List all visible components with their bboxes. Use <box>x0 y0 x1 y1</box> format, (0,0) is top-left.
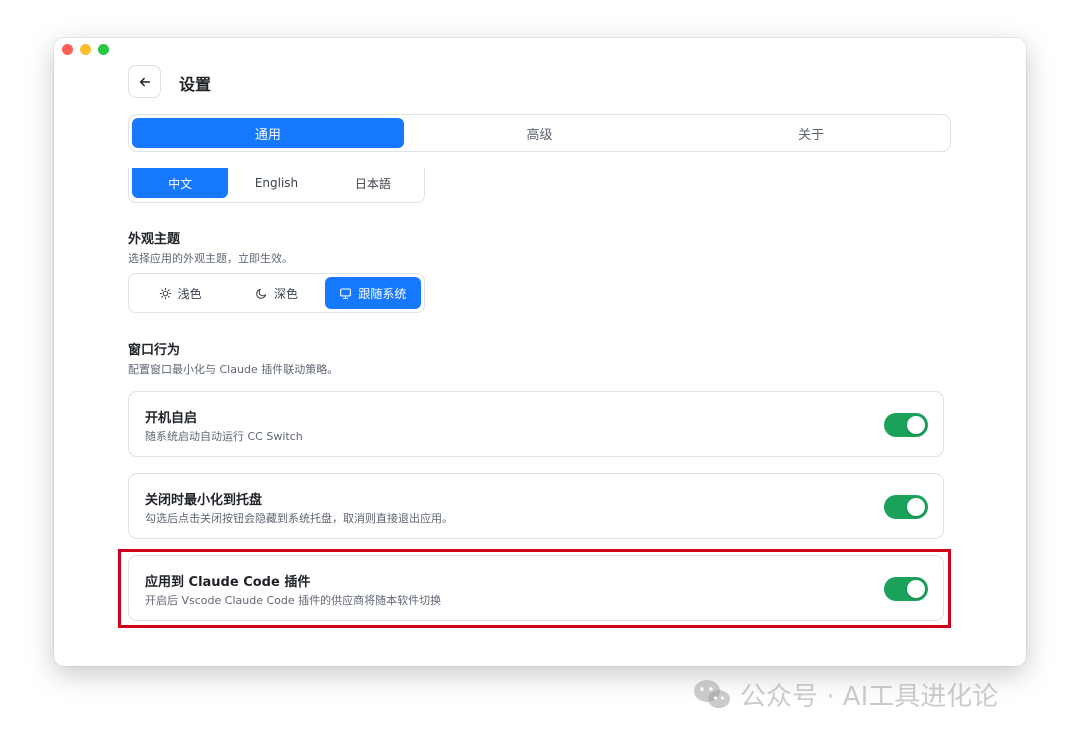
theme-selector: 浅色 深色 跟随系统 <box>128 273 425 313</box>
window-behavior-title: 窗口行为 <box>128 343 181 358</box>
claude-code-plugin-toggle[interactable] <box>884 577 928 601</box>
language-option-english[interactable]: English <box>228 168 324 198</box>
setting-description: 勾选后点击关闭按钮会隐藏到系统托盘，取消则直接退出应用。 <box>145 512 453 525</box>
sun-icon <box>159 287 171 299</box>
theme-option-label: 浅色 <box>177 286 202 301</box>
app-window: 设置 通用 高级 关于 中文 English 日本語 外观主题 选择应用的外观主… <box>54 38 1026 666</box>
window-behavior-description: 配置窗口最小化与 Claude 插件联动策略。 <box>128 363 339 376</box>
setting-card-claude-code-plugin: 应用到 Claude Code 插件 开启后 Vscode Claude Cod… <box>128 555 944 621</box>
toggle-knob <box>907 498 925 516</box>
setting-description: 随系统启动自动运行 CC Switch <box>145 430 303 443</box>
theme-option-light[interactable]: 浅色 <box>132 277 228 309</box>
appearance-description: 选择应用的外观主题，立即生效。 <box>128 252 293 265</box>
theme-option-dark[interactable]: 深色 <box>228 277 324 309</box>
screenshot-stage: 设置 通用 高级 关于 中文 English 日本語 外观主题 选择应用的外观主… <box>0 0 1080 740</box>
language-selector: 中文 English 日本語 <box>128 168 425 203</box>
page-title: 设置 <box>179 75 212 94</box>
theme-option-system[interactable]: 跟随系统 <box>324 277 421 309</box>
watermark: 公众号 · AI工具进化论 <box>692 676 998 713</box>
back-button[interactable] <box>128 65 161 98</box>
settings-tabs: 通用 高级 关于 <box>128 114 951 152</box>
toggle-knob <box>907 416 925 434</box>
toggle-knob <box>907 580 925 598</box>
setting-title: 关闭时最小化到托盘 <box>145 493 263 508</box>
moon-icon <box>256 288 267 299</box>
autostart-toggle[interactable] <box>884 413 928 437</box>
setting-description: 开启后 Vscode Claude Code 插件的供应商将随本软件切换 <box>145 594 442 607</box>
window-controls <box>62 44 109 55</box>
setting-card-minimize-to-tray: 关闭时最小化到托盘 勾选后点击关闭按钮会隐藏到系统托盘，取消则直接退出应用。 <box>128 473 944 539</box>
minimize-to-tray-toggle[interactable] <box>884 495 928 519</box>
watermark-text: 公众号 · AI工具进化论 <box>740 682 999 712</box>
theme-option-label: 深色 <box>273 286 298 301</box>
setting-title: 开机自启 <box>145 411 198 426</box>
close-window-button[interactable] <box>62 44 73 55</box>
arrow-left-icon <box>139 77 150 86</box>
monitor-icon <box>340 288 352 299</box>
language-option-chinese[interactable]: 中文 <box>132 168 229 198</box>
setting-title: 应用到 Claude Code 插件 <box>145 575 311 590</box>
zoom-window-button[interactable] <box>98 44 109 55</box>
wechat-icon <box>694 679 730 708</box>
tab-advanced[interactable]: 高级 <box>404 118 676 148</box>
appearance-title: 外观主题 <box>128 232 181 247</box>
tab-about[interactable]: 关于 <box>675 118 947 148</box>
language-option-japanese[interactable]: 日本語 <box>325 168 421 198</box>
minimize-window-button[interactable] <box>80 44 91 55</box>
setting-card-autostart: 开机自启 随系统启动自动运行 CC Switch <box>128 391 944 457</box>
tab-general[interactable]: 通用 <box>132 118 404 148</box>
theme-option-label: 跟随系统 <box>358 286 407 301</box>
